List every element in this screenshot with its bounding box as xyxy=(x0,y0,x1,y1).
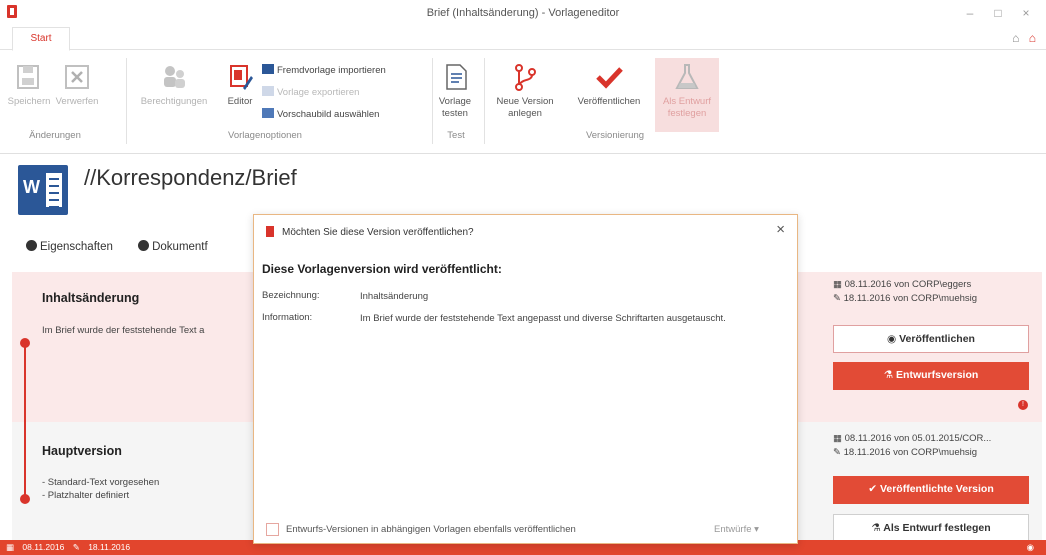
set-as-draft-button[interactable]: ⚗ Als Entwurf festlegen xyxy=(833,514,1029,542)
permissions-button[interactable]: Berechtigungen xyxy=(130,62,218,108)
collapse-ribbon-icon[interactable]: ⌂ xyxy=(1012,31,1019,45)
word-document-icon: W xyxy=(18,165,68,215)
info-icon xyxy=(26,240,37,251)
visibility-icon[interactable]: ◉ xyxy=(1027,540,1034,555)
publish-version-button[interactable]: ◉ Veröffentlichen xyxy=(833,325,1029,353)
group-label-test: Test xyxy=(447,130,465,141)
subtab-bar: Eigenschaften Dokumentf xyxy=(26,240,230,253)
close-window-button[interactable]: × xyxy=(1016,4,1036,22)
publish-dialog: Möchten Sie diese Version veröffentliche… xyxy=(253,214,798,544)
group-label-aenderungen: Änderungen xyxy=(29,130,81,141)
home-icon[interactable]: ⌂ xyxy=(1029,31,1036,45)
created-date: ▦ 08.11.2016 xyxy=(6,542,65,552)
import-foreign-template-button[interactable]: Fremdvorlage importieren xyxy=(262,64,386,78)
ribbon: Speichern Verwerfen Änderungen Berechtig… xyxy=(0,50,1046,154)
timeline-dot xyxy=(20,494,30,504)
publish-ribbon-button[interactable]: Veröffentlichen xyxy=(566,62,652,108)
group-label-versionierung: Versionierung xyxy=(585,130,645,141)
created-meta: ▦ 08.11.2016 von 05.01.2015/COR... xyxy=(833,433,992,444)
version-meta: ▦ 08.11.2016 von CORP\eggers ✎ 18.11.201… xyxy=(833,278,977,306)
export-template-button[interactable]: Vorlage exportieren xyxy=(262,86,359,100)
maximize-button[interactable]: □ xyxy=(988,4,1008,22)
field-label-bezeichnung: Bezeichnung: xyxy=(262,290,320,301)
version-title: Hauptversion xyxy=(42,444,122,458)
drafts-dropdown[interactable]: Entwürfe ▾ xyxy=(714,524,759,535)
publish-dependent-drafts-checkbox[interactable] xyxy=(266,523,279,536)
dialog-heading: Diese Vorlagenversion wird veröffentlich… xyxy=(262,262,502,276)
test-template-button[interactable]: Vorlage testen xyxy=(436,62,476,120)
dialog-close-button[interactable]: × xyxy=(776,221,785,238)
timeline-line xyxy=(24,422,26,498)
branch-icon xyxy=(510,62,540,92)
tab-start[interactable]: Start xyxy=(12,27,70,51)
discard-button[interactable]: Verwerfen xyxy=(54,62,100,108)
test-document-icon xyxy=(441,62,471,92)
discard-x-icon xyxy=(62,62,92,92)
save-button[interactable]: Speichern xyxy=(6,62,52,108)
editor-icon xyxy=(225,62,255,92)
group-label-vorlagenoptionen: Vorlagenoptionen xyxy=(228,130,302,141)
published-version-button[interactable]: ✔ Veröffentlichte Version xyxy=(833,476,1029,504)
field-value-bezeichnung: Inhaltsänderung xyxy=(360,291,429,302)
version-description: Im Brief wurde der feststehende Text a xyxy=(42,325,205,336)
editor-button[interactable]: Editor xyxy=(222,62,258,108)
document-path: //Korrespondenz/Brief xyxy=(84,165,297,190)
title-bar: Brief (Inhaltsänderung) - Vorlageneditor… xyxy=(0,0,1046,26)
ribbon-tab-row: Start ⌂ ⌂ xyxy=(0,26,1046,51)
flask-icon xyxy=(672,62,702,92)
field-label-information: Information: xyxy=(262,312,313,323)
draft-version-button[interactable]: ⚗ Entwurfsversion xyxy=(833,362,1029,390)
timeline-line xyxy=(24,346,26,422)
new-version-button[interactable]: Neue Version anlegen xyxy=(488,62,562,120)
checkmark-icon xyxy=(594,62,624,92)
modified-meta: ✎ 18.11.2016 von CORP\muehsig xyxy=(833,293,978,304)
version-description: - Standard-Text vorgesehen - Platzhalter… xyxy=(42,477,160,501)
publish-dependent-drafts-label: Entwurfs-Versionen in abhängigen Vorlage… xyxy=(286,524,576,535)
thumbnail-image-icon xyxy=(262,108,274,118)
version-title: Inhaltsänderung xyxy=(42,291,140,305)
save-icon xyxy=(14,62,44,92)
alert-icon[interactable]: ! xyxy=(1018,400,1028,410)
permissions-users-icon xyxy=(159,62,189,92)
window-title: Brief (Inhaltsänderung) - Vorlageneditor xyxy=(426,7,620,19)
set-as-draft-ribbon-button[interactable]: Als Entwurf festlegen xyxy=(655,58,719,132)
version-meta: ▦ 08.11.2016 von 05.01.2015/COR... ✎ 18.… xyxy=(833,432,991,460)
app-logo-icon xyxy=(266,226,274,237)
dialog-title: Möchten Sie diese Version veröffentliche… xyxy=(282,227,474,238)
modified-date: ✎ 18.11.2016 xyxy=(72,542,131,552)
field-value-information: Im Brief wurde der feststehende Text ang… xyxy=(360,313,726,324)
created-meta: ▦ 08.11.2016 von CORP\eggers xyxy=(833,279,972,290)
export-icon xyxy=(262,86,274,96)
cubes-icon xyxy=(138,240,150,251)
modified-meta: ✎ 18.11.2016 von CORP\muehsig xyxy=(833,447,978,458)
tab-eigenschaften[interactable]: Eigenschaften xyxy=(26,240,113,253)
select-thumbnail-button[interactable]: Vorschaubild auswählen xyxy=(262,108,379,122)
import-icon xyxy=(262,64,274,74)
tab-dokumentfunktionen[interactable]: Dokumentf xyxy=(138,240,208,253)
minimize-button[interactable]: – xyxy=(960,4,980,22)
